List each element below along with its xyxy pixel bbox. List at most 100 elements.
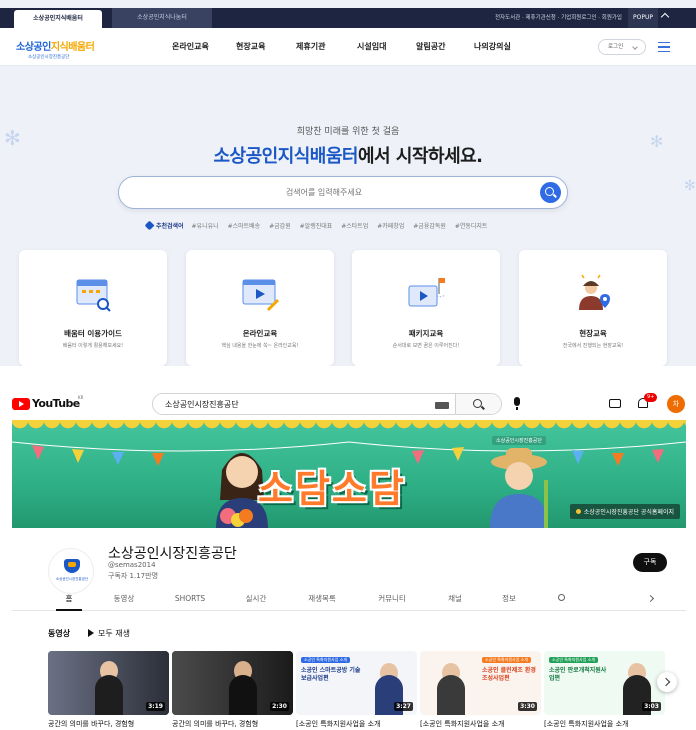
microphone-icon[interactable] [514, 397, 520, 410]
tab-videos[interactable]: 동영상 [108, 585, 140, 611]
site-tab-sharing[interactable]: 소상공인지식나눔터 [112, 8, 212, 28]
tab-playlists[interactable]: 재생목록 [302, 585, 342, 611]
channel-name: 소상공인시장진흥공단 [108, 546, 237, 562]
video-thumb-text: 소공인 스마트공방 기술보급사업편 [301, 667, 361, 682]
carousel-next-icon[interactable] [657, 672, 677, 692]
thumb-person-body [437, 675, 465, 715]
banner-brand: 소상공인시장진흥공단 [492, 436, 547, 445]
keyword-link[interactable]: #유니유니 [192, 223, 219, 230]
card-online-edu[interactable]: 온라인교육 핵심 내용을 한눈에 쏙~ 온라인교육! [186, 250, 334, 366]
site-tab-learning[interactable]: 소상공인지식배움터 [14, 10, 102, 28]
video-duration: 3:27 [394, 702, 413, 711]
logo-subtext: 소상공인시장진흥공단 [28, 55, 70, 60]
youtube-channel-screenshot: YouTube KR × 9+ 차 [0, 378, 696, 730]
banner-scallop-decoration [12, 420, 686, 434]
tab-home[interactable]: 홈 [56, 585, 82, 611]
card-guide[interactable]: 배움터 이용가이드 배움터 이렇게 활용해보세요! [19, 250, 167, 366]
videos-section-title: 동영상 [48, 629, 71, 638]
collapse-caret-icon[interactable] [660, 12, 670, 22]
video-thumbnail[interactable]: 소공인 특화지원사업 소개 소공인 클린제조 환경조성사업편 3:30 [420, 651, 541, 715]
card-desc: 순서대로 보면 꿈은 이루어진다! [392, 343, 460, 349]
menu-facility-rent[interactable]: 시설임대 [357, 28, 386, 66]
youtube-play-icon [12, 398, 30, 410]
menu-onsite-edu[interactable]: 현장교육 [236, 28, 265, 66]
video-series-band: 소공인 특화지원사업 소개 [549, 657, 599, 663]
online-edu-icon [242, 279, 280, 312]
banner-homepage-link[interactable]: 소상공인시장진흥공단 공식홈페이지 [569, 504, 680, 519]
video-title[interactable]: [소공인 특화지원사업을 소개 [420, 719, 542, 729]
video-series-band: 소공인 특화지원사업 소개 [482, 657, 532, 663]
logo-text-a: 소상공인 [16, 42, 51, 53]
tab-channels[interactable]: 채널 [442, 585, 468, 611]
keyword-link[interactable]: #금감원 [269, 223, 291, 230]
play-all-button[interactable]: 모두 재생 [88, 628, 130, 639]
utility-links[interactable]: 전자도서관 · 제휴기관신청 · 기업회원로그인 · 회원가입 [495, 8, 622, 28]
banner-character-man [490, 448, 548, 528]
region-code: KR [78, 395, 84, 400]
create-video-icon[interactable] [609, 399, 621, 408]
menu-my-classroom[interactable]: 나의강의실 [474, 28, 511, 66]
card-desc: 배움터 이렇게 활용해보세요! [62, 343, 124, 349]
youtube-search-input[interactable] [165, 397, 425, 411]
subscriber-count: 구독자 1.17만명 [108, 572, 159, 580]
keyword-link[interactable]: #금융감독원 [413, 223, 446, 230]
card-title: 온라인교육 [242, 329, 278, 338]
youtube-wordmark: YouTube [32, 397, 80, 410]
video-title[interactable]: [소공인 특화지원사업을 소개 [296, 719, 418, 729]
site-search-box [118, 176, 568, 209]
video-title[interactable]: 공간의 의미를 바꾸다, 경험형 [48, 719, 170, 729]
card-desc: 전국에서 진행되는 현장교육! [562, 343, 624, 349]
popup-button[interactable]: POPUP [628, 8, 658, 28]
video-title[interactable]: 공간의 의미를 바꾸다, 경험형 [172, 719, 294, 729]
hero-subtitle: 희망찬 미래를 위한 첫 걸음 [296, 127, 400, 137]
recommended-keywords: 추천검색어 #유니유니 #스마트배송 #금감원 #알렝진대표 #스타트업 #카페… [144, 220, 566, 231]
video-duration: 3:30 [518, 702, 537, 711]
top-utility-bar: 소상공인지식배움터 소상공인지식나눔터 전자도서관 · 제휴기관신청 · 기업회… [0, 8, 696, 28]
tabs-scroll-right-icon[interactable] [646, 594, 655, 603]
thumb-person-body [229, 675, 257, 715]
hamburger-menu-icon[interactable] [658, 42, 670, 52]
video-thumbnail[interactable]: 소공인 특화지원사업 소개 소공인 스마트공방 기술보급사업편 3:27 [296, 651, 417, 715]
keyword-link[interactable]: #알렝진대표 [300, 223, 333, 230]
site-search-input[interactable] [119, 177, 529, 208]
card-title: 배움터 이용가이드 [64, 329, 122, 338]
tab-live[interactable]: 실시간 [240, 585, 272, 611]
channel-handle: @semas2014 [108, 561, 156, 569]
notification-count-badge: 9+ [644, 393, 658, 402]
video-thumbnail[interactable]: 3:19 [48, 651, 169, 715]
video-thumbnail[interactable]: 2:30 [172, 651, 293, 715]
video-duration: 2:30 [270, 702, 289, 711]
video-title[interactable]: [소공인 특화지원사업을 소개 [544, 719, 666, 729]
account-avatar[interactable]: 차 [667, 395, 685, 413]
card-package-edu[interactable]: 패키지교육 순서대로 보면 꿈은 이루어진다! [352, 250, 500, 366]
site-logo[interactable]: 소상공인지식배움터 소상공인시장진흥공단 [16, 38, 96, 60]
tab-shorts[interactable]: SHORTS [170, 585, 210, 611]
channel-search-icon[interactable] [558, 594, 565, 601]
video-thumbnail[interactable]: 소공인 특화지원사업 소개 소공인 판로개척지원사업편 3:03 [544, 651, 665, 715]
search-icon[interactable] [455, 394, 501, 414]
card-onsite-edu[interactable]: 현장교육 전국에서 진행되는 현장교육! [519, 250, 667, 366]
video-duration: 3:19 [146, 702, 165, 711]
subscribe-button[interactable]: 구독 [633, 553, 667, 572]
tab-community[interactable]: 커뮤니티 [372, 585, 412, 611]
tag-icon [144, 220, 155, 231]
keyword-link[interactable]: #스타트업 [341, 223, 368, 230]
video-thumb-text: 소공인 판로개척지원사업편 [549, 667, 607, 682]
thumb-person-body [95, 675, 123, 715]
channel-avatar-text: 소상공인시장진흥공단 [55, 577, 89, 581]
card-desc: 핵심 내용을 한눈에 쏙~ 온라인교육! [221, 343, 299, 349]
menu-notices[interactable]: 알림공간 [416, 28, 445, 66]
login-dropdown[interactable]: 로그인 [598, 39, 646, 55]
keyword-link[interactable]: #스마트배송 [228, 223, 261, 230]
tab-about[interactable]: 정보 [496, 585, 522, 611]
search-icon[interactable] [540, 182, 561, 203]
menu-online-edu[interactable]: 온라인교육 [172, 28, 209, 66]
menu-partners[interactable]: 제휴기관 [296, 28, 325, 66]
channel-tabs: 홈 동영상 SHORTS 실시간 재생목록 커뮤니티 채널 정보 [12, 585, 686, 611]
keyword-link[interactable]: #연동디지트 [455, 223, 488, 230]
youtube-search-box: × [152, 393, 502, 415]
keyboard-icon[interactable] [435, 402, 449, 409]
hero-title: 소상공인지식배움터에서 시작하세요. [0, 142, 696, 168]
keyword-link[interactable]: #카페창업 [377, 223, 404, 230]
guide-icon [76, 279, 111, 312]
